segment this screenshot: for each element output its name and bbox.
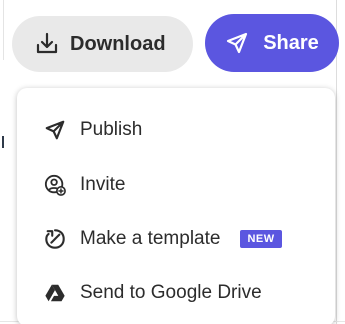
menu-item-publish[interactable]: Publish	[17, 110, 335, 150]
new-badge: NEW	[240, 230, 282, 248]
share-menu: Publish Invite Make a template NEW Send …	[17, 88, 335, 324]
share-label: Share	[263, 31, 319, 54]
menu-item-label: Publish	[80, 119, 143, 140]
left-edge-divider	[3, 0, 4, 60]
background-cursor-mark	[2, 136, 4, 148]
page: Download Share Publish Invite Make a tem…	[0, 0, 345, 324]
download-icon	[34, 31, 60, 57]
paper-plane-icon	[225, 31, 249, 55]
share-button[interactable]: Share	[205, 14, 339, 72]
download-button[interactable]: Download	[12, 16, 193, 72]
google-drive-icon	[44, 282, 66, 304]
template-icon	[44, 228, 66, 250]
add-user-icon	[44, 174, 66, 196]
paper-plane-icon	[44, 119, 66, 141]
menu-item-make-template[interactable]: Make a template NEW	[17, 219, 335, 259]
menu-item-send-to-google-drive[interactable]: Send to Google Drive	[17, 273, 335, 313]
menu-item-invite[interactable]: Invite	[17, 165, 335, 205]
menu-item-label: Invite	[80, 174, 126, 195]
menu-item-label: Send to Google Drive	[80, 282, 262, 303]
download-label: Download	[70, 32, 166, 55]
menu-item-label: Make a template	[80, 228, 221, 249]
